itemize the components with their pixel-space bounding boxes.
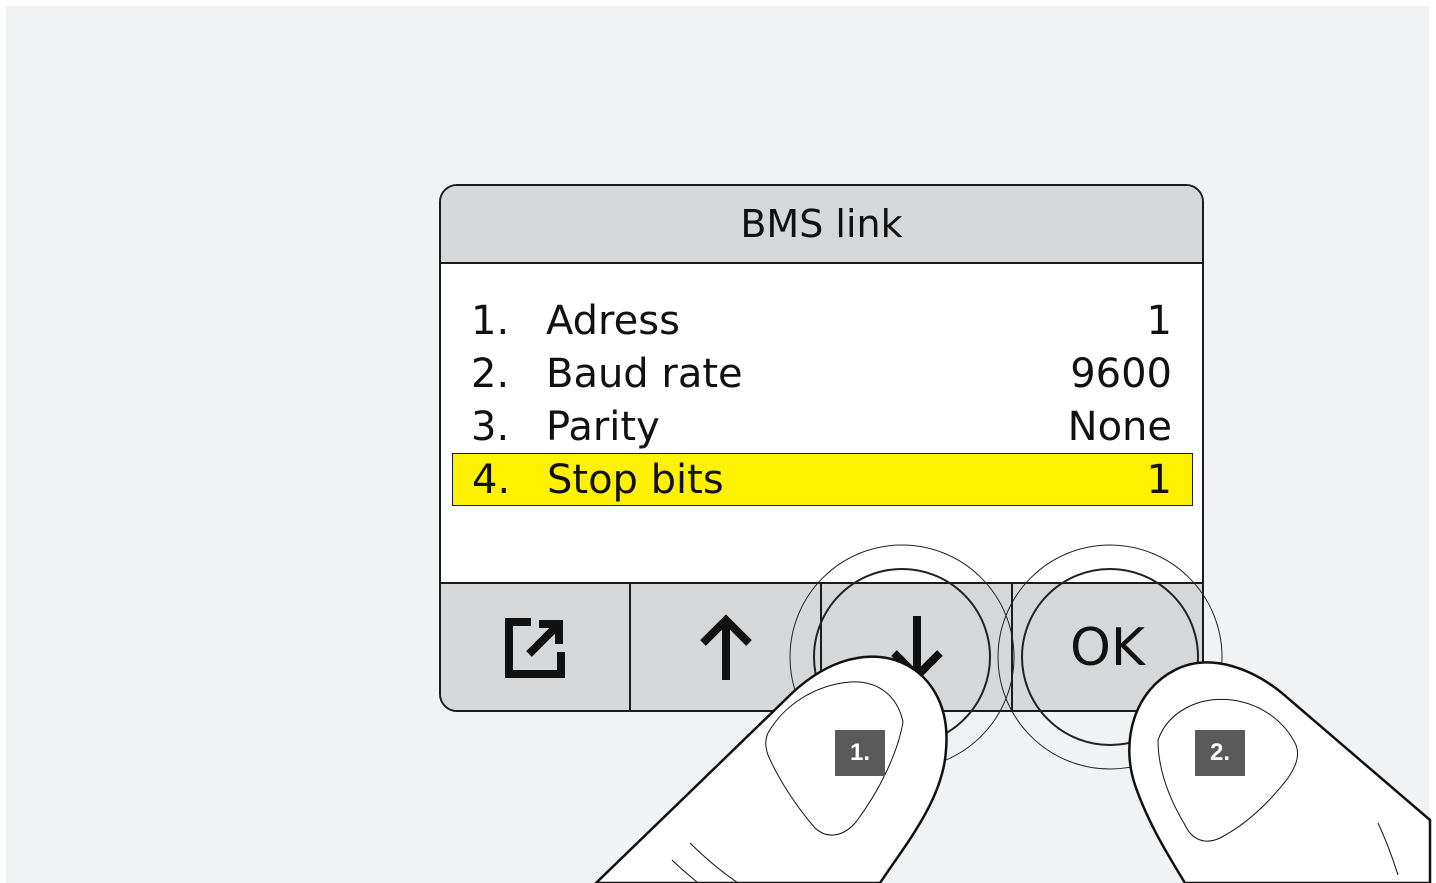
menu-item-number: 1. [471,298,510,344]
up-button[interactable] [631,584,822,710]
menu-item-address[interactable]: 1. Adress 1 [441,294,1202,347]
menu-item-number: 2. [471,351,510,397]
export-icon [505,618,565,678]
menu-list: 1. Adress 1 2. Baud rate 9600 3. Parity … [441,294,1202,506]
ok-button[interactable]: OK [1013,584,1202,710]
menu-item-label: Parity [546,404,660,450]
menu-item-value: 9600 [1070,351,1172,397]
screen-title: BMS link [441,186,1202,264]
ok-button-label: OK [1069,618,1146,678]
menu-item-label: Adress [546,298,680,344]
menu-item-label: Stop bits [547,457,724,503]
export-button[interactable] [441,584,631,710]
menu-item-parity[interactable]: 3. Parity None [441,400,1202,453]
menu-item-baud-rate[interactable]: 2. Baud rate 9600 [441,347,1202,400]
step-badge-1: 1. [835,730,885,776]
menu-item-number: 4. [472,457,511,503]
softkey-bar: OK [441,582,1202,710]
arrow-down-icon [890,616,943,682]
device-display: BMS link 1. Adress 1 2. Baud rate 9600 3… [439,184,1204,712]
menu-item-label: Baud rate [546,351,743,397]
arrow-up-icon [699,614,752,680]
menu-item-stop-bits[interactable]: 4. Stop bits 1 [452,453,1193,506]
menu-item-value: 1 [1146,457,1172,503]
menu-item-value: None [1067,404,1172,450]
down-button[interactable] [822,584,1013,710]
menu-item-number: 3. [471,404,510,450]
step-badge-2: 2. [1195,730,1245,776]
menu-item-value: 1 [1146,298,1172,344]
